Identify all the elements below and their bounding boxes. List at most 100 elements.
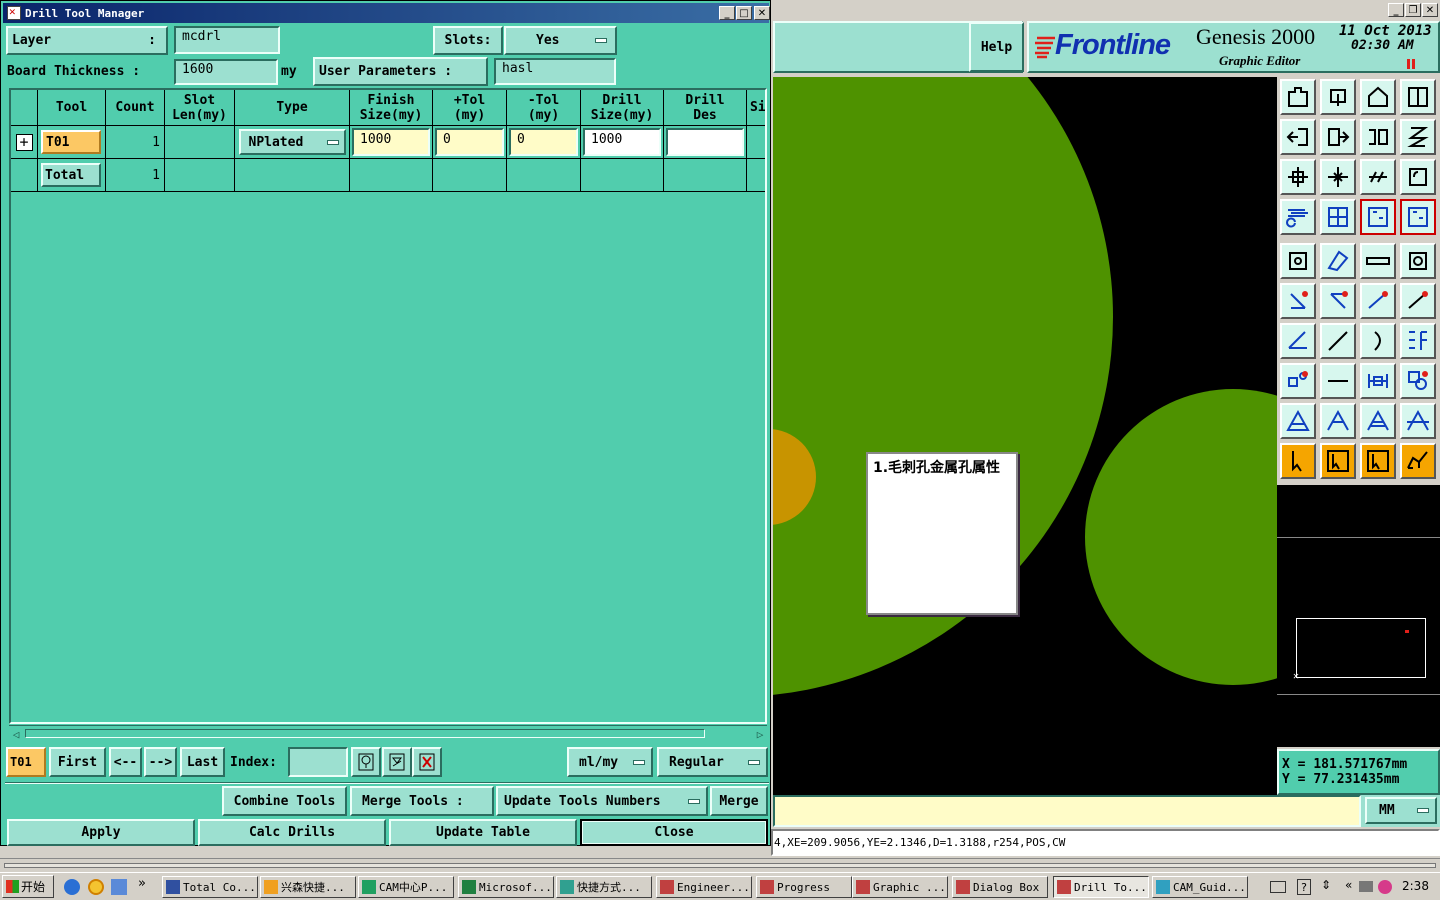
app-tray-icon[interactable]	[1378, 880, 1392, 894]
type-select[interactable]: NPlated	[238, 129, 346, 155]
outlook-icon[interactable]	[111, 879, 127, 895]
circle-select-tool-button[interactable]	[1400, 243, 1436, 279]
taskbar-task[interactable]: 快捷方式...	[556, 876, 652, 898]
ruler-tool-button[interactable]	[1360, 243, 1396, 279]
window-split-tool-button[interactable]	[1400, 79, 1436, 115]
window-title-bar[interactable]: Drill Tool Manager _ □ ✕	[3, 3, 770, 23]
pointer-tool-button[interactable]	[1280, 443, 1316, 479]
help-button[interactable]: Help	[969, 22, 1024, 72]
minimap[interactable]: ✕	[1277, 537, 1440, 695]
merge-button[interactable]: Merge	[710, 786, 768, 816]
help-tray-icon[interactable]: ?	[1297, 879, 1311, 895]
network-icon[interactable]	[1359, 881, 1373, 892]
taskbar-task[interactable]: Dialog Box	[952, 876, 1048, 898]
help-tool-button[interactable]	[1400, 159, 1436, 195]
expand-row-button[interactable]: +	[15, 133, 33, 151]
quick-launch-more[interactable]: »	[138, 876, 146, 891]
taskbar-task[interactable]: Progress	[756, 876, 852, 898]
close-button[interactable]: Close	[580, 819, 768, 846]
board-thickness-field[interactable]: 1600	[174, 59, 278, 85]
connect-tool-button[interactable]	[1280, 283, 1316, 319]
calc-drills-button[interactable]: Calc Drills	[198, 819, 386, 846]
minus-tool-button[interactable]	[1320, 363, 1356, 399]
dimension-tool-button[interactable]	[1360, 363, 1396, 399]
mode-select[interactable]: Regular	[657, 747, 768, 777]
scroll-right-icon[interactable]: ▷	[753, 727, 767, 741]
layers-alt-tool-button[interactable]	[1400, 199, 1436, 235]
home-tool-button[interactable]	[1360, 79, 1396, 115]
minimize-button[interactable]: _	[719, 6, 735, 20]
plus-tol-input[interactable]: 0	[435, 128, 504, 156]
lightbulb-button[interactable]	[351, 747, 381, 777]
pad-tool-button[interactable]	[1280, 243, 1316, 279]
index-field[interactable]	[288, 747, 348, 777]
maximize-button[interactable]: □	[736, 6, 752, 20]
font-tool-button[interactable]	[1400, 323, 1436, 359]
move-left-tool-button[interactable]	[1280, 119, 1316, 155]
apply-button[interactable]: Apply	[7, 819, 195, 846]
net-tool-button[interactable]	[1400, 443, 1436, 479]
taskbar-task[interactable]: Total Co...	[162, 876, 258, 898]
close-window-button[interactable]: ✕	[754, 6, 770, 20]
pause-icon[interactable]	[1407, 59, 1417, 69]
user-parameters-field[interactable]: hasl	[494, 58, 616, 85]
square-point-tool-button[interactable]	[1280, 363, 1316, 399]
download-tool-button[interactable]	[1320, 79, 1356, 115]
clear-button[interactable]	[412, 747, 442, 777]
taskbar-task[interactable]: Microsof...	[458, 876, 554, 898]
slots-select[interactable]: Yes	[504, 26, 617, 55]
first-button[interactable]: First	[49, 747, 106, 777]
scale-tool-button[interactable]	[1360, 159, 1396, 195]
taskbar-task[interactable]: CAM中心P...	[358, 876, 454, 898]
prev-button[interactable]: <--	[109, 747, 142, 777]
keyboard-icon[interactable]	[1270, 881, 1286, 893]
upload-tool-button[interactable]	[1280, 79, 1316, 115]
ge-restore-button[interactable]: ❐	[1405, 3, 1421, 17]
arch-tool-button[interactable]	[1320, 403, 1356, 439]
tray-more[interactable]: «	[1345, 878, 1352, 892]
ge-close-button[interactable]: ✕	[1422, 3, 1438, 17]
filter-button[interactable]	[382, 747, 412, 777]
update-tools-numbers-select[interactable]: Update Tools Numbers	[496, 786, 708, 816]
next-button[interactable]: -->	[144, 747, 177, 777]
ie-icon[interactable]	[64, 879, 80, 895]
last-button[interactable]: Last	[180, 747, 225, 777]
horizontal-scrollbar[interactable]: ◁ ▷	[9, 725, 767, 741]
grid-tool-button[interactable]	[1320, 199, 1356, 235]
polygon-tool-button[interactable]	[1320, 243, 1356, 279]
message-field[interactable]	[773, 795, 1361, 827]
minus-tol-input[interactable]: 0	[509, 128, 578, 156]
scrollbar-thumb[interactable]	[25, 729, 705, 738]
sticky-note[interactable]: 1.毛刺孔金属孔属性	[866, 452, 1018, 615]
tray-arrows-icon[interactable]: ⇕	[1321, 878, 1331, 892]
graphic-canvas[interactable]: 1.毛刺孔金属孔属性	[773, 77, 1277, 795]
finish-size-input[interactable]: 1000	[352, 128, 430, 156]
start-button[interactable]: 开始	[2, 875, 54, 898]
slash-tool-button[interactable]	[1320, 323, 1356, 359]
triangle-tool-button[interactable]	[1280, 403, 1316, 439]
combine-tools-button[interactable]: Combine Tools	[222, 786, 347, 816]
taskbar-task[interactable]: Engineer...	[656, 876, 752, 898]
taskbar-task[interactable]: CAM_Guid...	[1152, 876, 1248, 898]
tool-id[interactable]: T01	[41, 130, 101, 154]
layer-field[interactable]: mcdrl	[174, 26, 280, 54]
drill-size-input[interactable]: 1000	[583, 128, 661, 156]
quick-launch-icon[interactable]	[88, 879, 104, 895]
settings-tool-button[interactable]	[1280, 199, 1316, 235]
taskbar-task[interactable]: Graphic ...	[852, 876, 948, 898]
horizontal-bar[interactable]	[4, 863, 1436, 868]
flip-tool-button[interactable]	[1360, 119, 1396, 155]
zoom-fit-tool-button[interactable]	[1280, 159, 1316, 195]
line-point-tool-button[interactable]	[1360, 283, 1396, 319]
units-mm-select[interactable]: MM	[1365, 797, 1437, 824]
scroll-left-icon[interactable]: ◁	[9, 727, 23, 741]
shapes-tool-button[interactable]	[1400, 363, 1436, 399]
snake-tool-button[interactable]	[1400, 119, 1436, 155]
pan-tool-button[interactable]	[1320, 159, 1356, 195]
pointer-box-alt-tool-button[interactable]	[1360, 443, 1396, 479]
taskbar-task[interactable]: Drill To...	[1053, 876, 1149, 898]
arch-line-tool-button[interactable]	[1400, 403, 1436, 439]
drill-des-input[interactable]	[666, 128, 744, 156]
ge-minimize-button[interactable]: _	[1388, 3, 1404, 17]
move-right-tool-button[interactable]	[1320, 119, 1356, 155]
